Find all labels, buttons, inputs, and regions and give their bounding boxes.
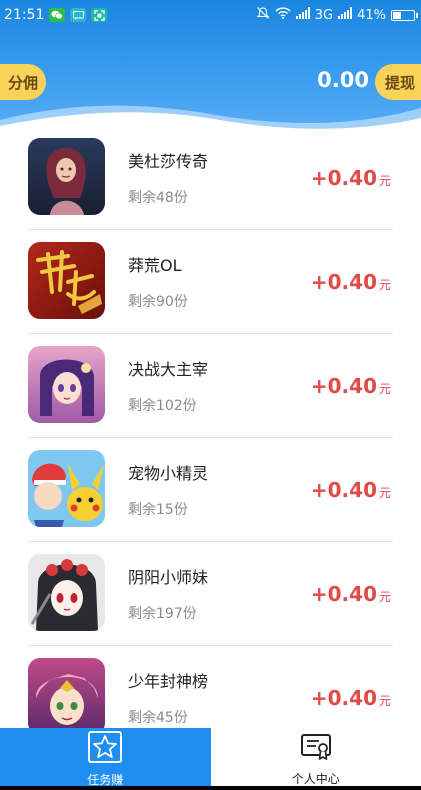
- game-fengshen-icon[interactable]: [28, 658, 105, 728]
- reward-unit: 元: [378, 486, 391, 500]
- reward-unit: 元: [378, 278, 391, 292]
- header: 21:51 3G 41% 分佣 0.00 提现: [0, 0, 421, 135]
- reward-value: +0.40 元: [311, 478, 391, 502]
- task-item-medusa[interactable]: 美杜莎传奇 剩余48份 +0.40 元: [0, 126, 421, 230]
- reward-unit: 元: [378, 590, 391, 604]
- reward-value: +0.40 元: [311, 582, 391, 606]
- withdraw-button[interactable]: 提现: [375, 64, 421, 100]
- game-name: 宠物小精灵: [128, 464, 209, 483]
- scan-icon: [91, 8, 108, 22]
- tab-personal-center[interactable]: 个人中心: [210, 728, 421, 790]
- task-item-yinyang[interactable]: 阴阳小师妹 剩余197份 +0.40 元: [0, 542, 421, 646]
- reward-amount: +0.40: [310, 166, 377, 190]
- reward-amount: +0.40: [310, 686, 377, 710]
- reward-amount: +0.40: [310, 270, 377, 294]
- status-time: 21:51: [4, 7, 45, 23]
- reward-unit: 元: [378, 382, 391, 396]
- wechat-icon: [49, 8, 66, 22]
- game-remaining: 剩余15份: [128, 502, 188, 518]
- battery-percent: 41%: [357, 7, 386, 23]
- game-remaining: 剩余90份: [128, 294, 188, 310]
- game-name: 少年封神榜: [128, 672, 209, 691]
- wifi-icon: [275, 7, 291, 23]
- commission-button[interactable]: 分佣: [0, 64, 46, 100]
- status-bar: 21:51 3G 41%: [0, 0, 421, 30]
- message-icon: [70, 8, 87, 22]
- game-remaining: 剩余102份: [128, 398, 197, 414]
- balance-amount: 0.00: [317, 68, 369, 92]
- game-remaining: 剩余48份: [128, 190, 188, 206]
- game-pokemon-icon[interactable]: [28, 450, 105, 527]
- game-remaining: 剩余45份: [128, 710, 188, 726]
- signal-icon: [295, 7, 310, 23]
- task-item-manghuang[interactable]: 莽荒OL 剩余90份 +0.40 元: [0, 230, 421, 334]
- reward-amount: +0.40: [310, 478, 377, 502]
- game-name: 美杜莎传奇: [128, 152, 209, 171]
- certificate-icon: [300, 732, 332, 766]
- reward-value: +0.40 元: [311, 166, 391, 190]
- reward-unit: 元: [378, 694, 391, 708]
- tab-label: 个人中心: [291, 771, 340, 786]
- game-medusa-legend-icon[interactable]: [28, 138, 105, 215]
- game-name: 阴阳小师妹: [128, 568, 209, 587]
- game-name: 莽荒OL: [128, 256, 182, 275]
- tab-task-earn[interactable]: 任务赚: [0, 728, 211, 790]
- task-list[interactable]: 美杜莎传奇 剩余48份 +0.40 元 莽荒OL 剩余90份 +0.40 元 决…: [0, 126, 421, 728]
- mute-icon: [256, 6, 270, 24]
- task-item-fengshen[interactable]: 少年封神榜 剩余45份 +0.40 元: [0, 646, 421, 728]
- task-item-pokemon[interactable]: 宠物小精灵 剩余15份 +0.40 元: [0, 438, 421, 542]
- game-juezhan-icon[interactable]: [28, 346, 105, 423]
- network-type: 3G: [314, 7, 334, 23]
- reward-amount: +0.40: [310, 374, 377, 398]
- system-bottom-bar: [0, 786, 421, 790]
- game-name: 决战大主宰: [128, 360, 209, 379]
- reward-value: +0.40 元: [311, 686, 391, 710]
- battery-icon: [391, 9, 418, 21]
- reward-amount: +0.40: [310, 582, 377, 606]
- bottom-nav: 任务赚 个人中心: [0, 728, 421, 790]
- reward-unit: 元: [378, 174, 391, 188]
- task-item-juezhan[interactable]: 决战大主宰 剩余102份 +0.40 元: [0, 334, 421, 438]
- game-yinyang-icon[interactable]: [28, 554, 105, 631]
- game-manghuang-icon[interactable]: [28, 242, 105, 319]
- star-icon: [88, 730, 123, 767]
- tab-label: 任务赚: [87, 772, 124, 787]
- reward-value: +0.40 元: [311, 270, 391, 294]
- reward-value: +0.40 元: [311, 374, 391, 398]
- game-remaining: 剩余197份: [128, 606, 197, 622]
- signal-icon-2: [338, 7, 353, 23]
